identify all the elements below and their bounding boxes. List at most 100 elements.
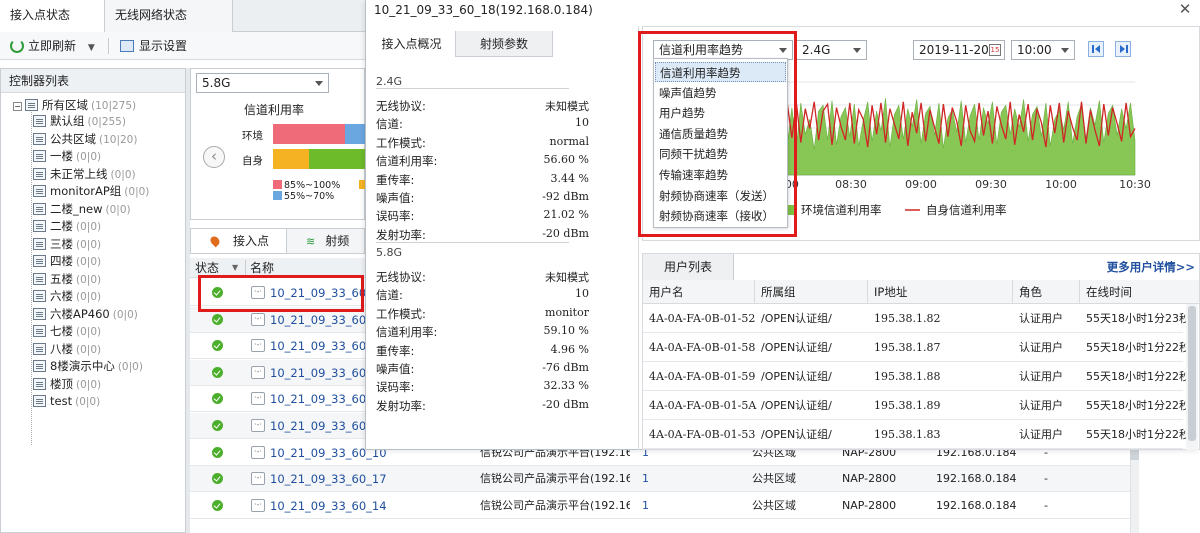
count-cell[interactable]: 1 (642, 493, 649, 519)
list-scrollbar[interactable] (1130, 450, 1139, 533)
controller-list-panel: 控制器列表 − 所有区域 (10|275) 默认组 (0|255) 公共区域 (10|20… (0, 68, 186, 533)
tree-item-label: test (50, 394, 73, 408)
ap-name-link[interactable]: 10_21_09_33_60_14 (270, 493, 387, 519)
tree-item-label: 公共区域 (50, 131, 96, 146)
col-group[interactable]: 所属组 (755, 280, 868, 304)
tree-item[interactable]: 8楼演示中心 (0|0) (33, 358, 143, 374)
col-username[interactable]: 用户名 (643, 280, 755, 304)
tree-item[interactable]: 七楼 (0|0) (33, 323, 101, 339)
online-status-icon (212, 393, 223, 405)
prev-arrow-button[interactable]: ‹ (203, 146, 225, 168)
tree-item[interactable]: 楼顶 (0|0) (33, 376, 101, 392)
tab-user-list[interactable]: 用户列表 (643, 254, 734, 280)
table-row[interactable]: 4A-0A-FA-0B-01-53/OPEN认证组/195.38.1.83 认证用… (643, 421, 1190, 449)
tree-item[interactable]: 六楼 (0|0) (33, 288, 101, 304)
user-table-scrollbar-thumb[interactable] (1188, 306, 1196, 441)
info-key: 无线协议: (376, 99, 426, 113)
tab-access-point[interactable]: 接入点 (191, 229, 287, 253)
tree-item[interactable]: test (0|0) (33, 393, 100, 409)
tree-item-label: 四楼 (50, 254, 73, 268)
tree-item[interactable]: 五楼 (0|0) (33, 271, 101, 287)
tab-wireless-status[interactable]: 无线网络状态 (105, 0, 233, 32)
tree-item[interactable]: monitorAP组 (0|0) (33, 183, 149, 199)
ap-name-link[interactable]: 10_21_09_33_60_17 (270, 466, 387, 492)
user-table-header: 用户名 所属组 IP地址 角色 在线时间 (643, 280, 1199, 304)
group-icon (33, 360, 46, 372)
tree-item[interactable]: 未正常上线 (0|0) (33, 166, 136, 182)
user-cell: 4A-0A-FA-0B-01-52 (649, 312, 756, 325)
table-row[interactable]: ·-· 10_21_09_33_60_14 信锐公司产品演示平台(192.168..… (190, 493, 1130, 519)
more-users-link[interactable]: 更多用户详情>> (1107, 254, 1195, 280)
user-cell: 4A-0A-FA-0B-01-59 (649, 370, 756, 383)
tree-item-label: 二楼 (50, 219, 73, 233)
group-icon (33, 377, 46, 390)
caret-down-icon[interactable]: ▼ (88, 43, 95, 53)
tab-rf-params[interactable]: 射频参数 (456, 31, 553, 57)
info-value: 3.44 % (550, 171, 589, 185)
tree-item[interactable]: 四楼 (0|0) (33, 253, 101, 269)
info-key: 信道: (376, 117, 403, 132)
env-bar-high (273, 124, 345, 144)
user-cell: 55天18小时1分22秒 (1086, 341, 1190, 354)
legend-swatch-high (273, 180, 282, 189)
tree-item-label: 六楼 (50, 289, 73, 303)
x-tick-label: 09:00 (905, 178, 937, 191)
refresh-button[interactable]: 立即刷新 ▼ (10, 37, 95, 55)
table-row[interactable]: 4A-0A-FA-0B-01-5A/OPEN认证组/195.38.1.89 认证用… (643, 392, 1190, 420)
tree-item[interactable]: 八楼 (0|0) (33, 341, 101, 357)
controller-list-title: 控制器列表 (1, 69, 185, 93)
user-cell: 195.38.1.82 (874, 312, 941, 325)
user-cell: /OPEN认证组/ (761, 370, 832, 383)
col-online-time[interactable]: 在线时间 (1080, 280, 1186, 304)
band24-header: 2.4G (376, 75, 403, 88)
list-scrollbar-thumb[interactable] (1130, 450, 1139, 460)
tree-item[interactable]: 默认组 (0|255) (33, 113, 126, 129)
tree-item[interactable]: 三楼 (0|0) (33, 236, 101, 252)
count-cell[interactable]: 1 (642, 466, 649, 492)
user-cell: 认证用户 (1019, 428, 1063, 441)
col-ip[interactable]: IP地址 (868, 280, 1013, 304)
area-cell: 公共区域 (752, 498, 796, 512)
tree-item[interactable]: 一楼 (0|0) (33, 148, 101, 164)
group-icon (33, 115, 46, 127)
tree-item-count: (0|0) (112, 308, 138, 321)
access-point-icon: ·-· (251, 365, 265, 379)
close-icon[interactable]: ✕ (1176, 0, 1194, 18)
group-icon (33, 342, 46, 355)
tree-item[interactable]: 六楼AP460 (0|0) (33, 306, 138, 322)
user-list-panel: 用户列表 更多用户详情>> 用户名 所属组 IP地址 角色 在线时间 4A-0A… (642, 253, 1200, 450)
band-select-value: 5.8G (202, 76, 231, 90)
tab-ap-overview[interactable]: 接入点概况 (368, 31, 456, 57)
info-value: -20 dBm (542, 226, 589, 240)
x-tick-label: 10:00 (1045, 178, 1077, 191)
folder-icon (25, 99, 38, 111)
tree-item-label: 默认组 (50, 114, 85, 128)
group-icon (33, 167, 46, 180)
info-value: -20 dBm (542, 397, 589, 411)
info-key: 无线协议: (376, 270, 426, 284)
table-row[interactable]: 4A-0A-FA-0B-01-59/OPEN认证组/195.38.1.88 认证用… (643, 363, 1190, 391)
band-select[interactable]: 5.8G (196, 73, 329, 93)
group-icon (33, 395, 46, 407)
col-role[interactable]: 角色 (1013, 280, 1080, 304)
tree-item[interactable]: 二楼 (0|0) (33, 218, 101, 234)
display-settings-label: 显示设置 (139, 39, 188, 53)
tree-item[interactable]: 二楼_new (0|0) (33, 201, 131, 217)
online-status-icon (212, 446, 223, 458)
env-bar-blue (345, 124, 365, 144)
table-row[interactable]: ·-· 10_21_09_33_60_17 信锐公司产品演示平台(192.168..… (190, 466, 1130, 493)
user-cell: 55天18小时1分22秒 (1086, 428, 1190, 441)
tree-item-count: (0|0) (124, 186, 150, 198)
display-settings-button[interactable]: 显示设置 (120, 37, 187, 55)
tab-radio[interactable]: ≋ 射频 (306, 229, 366, 253)
collapse-icon[interactable]: − (13, 102, 22, 111)
group-icon (33, 307, 46, 320)
tree-item[interactable]: 公共区域 (10|20) (33, 131, 137, 147)
table-row[interactable]: 4A-0A-FA-0B-01-52/OPEN认证组/195.38.1.82 认证用… (643, 305, 1190, 333)
chart-legend: 环境信道利用率 自身信道利用率 (785, 203, 1007, 217)
tree-root[interactable]: − 所有区域 (10|275) (13, 97, 136, 113)
utilization-legend: 85%~100% 55%~70% (273, 180, 340, 202)
tab-ap-status[interactable]: 接入点状态 (0, 0, 105, 32)
table-row[interactable]: 4A-0A-FA-0B-01-58/OPEN认证组/195.38.1.87 认证用… (643, 334, 1190, 362)
info-value: 4.96 % (550, 342, 589, 356)
